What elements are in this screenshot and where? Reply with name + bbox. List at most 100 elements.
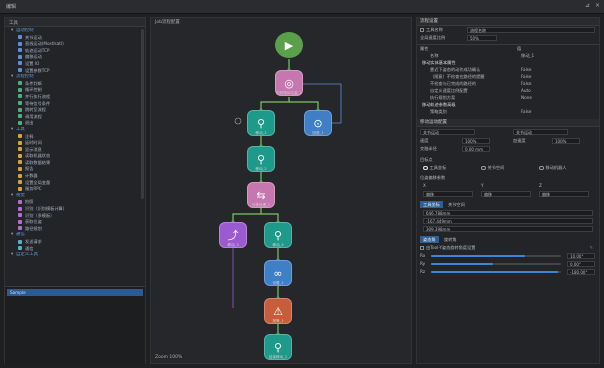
tree-item[interactable]: 计数器 <box>7 173 143 180</box>
tree-item[interactable]: 获取位姿 <box>7 219 143 226</box>
tool-panel-scrollbar[interactable] <box>141 29 144 199</box>
tree-item[interactable]: 关节运动 <box>7 35 143 42</box>
property-row[interactable]: 不检查与已完成的路径的 False <box>417 80 599 87</box>
tree-item[interactable]: 并行执行流程 <box>7 94 143 101</box>
tree-item[interactable]: 设置全局变量 <box>7 180 143 187</box>
coord-x-field[interactable]: 646.788mm <box>423 209 593 217</box>
angle-tabs: 姿态角 旋转角 <box>417 236 599 244</box>
property-group[interactable]: 移动实体基本属性 <box>417 59 599 66</box>
tree-item[interactable]: 跳转至流程 <box>7 107 143 114</box>
tool-panel: 工具 ▾ 运动控制 关节运动 直线运动(Mostlsatl) 轨迹运动TCP 偏移运动 设置… <box>4 17 146 364</box>
tool-name-field[interactable]: 流程名称 <box>467 26 595 34</box>
node-icon: ⤴ <box>227 229 239 242</box>
tree-item[interactable]: 识别（识别模板计算） <box>7 206 143 213</box>
blend-field[interactable]: 0.00 mm <box>462 145 490 153</box>
tree-item[interactable]: 退出 <box>7 120 143 127</box>
property-row[interactable]: 名称 移动_1 <box>417 52 599 59</box>
close-icon[interactable]: × <box>595 2 600 9</box>
node-label: 报警_1 <box>272 319 284 323</box>
tree-category[interactable]: ▾ 工具 <box>7 127 143 134</box>
tree-item[interactable]: 调用流程 <box>7 114 143 121</box>
tool-icon <box>18 54 22 59</box>
coord-y-field[interactable]: -167.449mm <box>423 217 593 225</box>
target-title: 目标点 <box>420 157 433 162</box>
property-row[interactable]: （随意）不检查在路径的提醒 False <box>417 73 599 80</box>
tree-item[interactable]: 等待信号条件 <box>7 101 143 108</box>
slider-value-field[interactable]: -180.00° <box>567 268 595 276</box>
tool-icon <box>18 246 22 251</box>
slider-value-field[interactable]: 10.00° <box>567 252 595 260</box>
node-icon: ⇆ <box>256 188 266 202</box>
radio-icon <box>481 165 486 170</box>
move-type-row: 关节运动 关节运动 <box>417 127 599 137</box>
radio-joint[interactable]: 关节空间 <box>481 164 504 172</box>
coord-x-row: 646.788mm <box>417 209 599 217</box>
pose-z-select[interactable]: 偏移 <box>539 190 589 198</box>
property-row[interactable]: 策略类别 False <box>417 108 599 115</box>
edit-icon[interactable]: ✎ <box>589 244 593 252</box>
tool-name-checkbox[interactable] <box>420 27 424 32</box>
accel-field[interactable]: 100% <box>552 137 580 145</box>
tree-category[interactable]: ▾ 运动控制 <box>7 28 143 35</box>
start-node[interactable]: ▶ <box>275 32 303 58</box>
move-type-select[interactable]: 关节运动 <box>420 128 475 135</box>
tree-item[interactable]: 读取机器状态 <box>7 153 143 160</box>
tree-item[interactable]: 显示消息 <box>7 147 143 154</box>
title-bar: 编辑 ⊿ × <box>0 0 604 14</box>
tree-item[interactable]: 注释 <box>7 134 143 141</box>
property-row[interactable]: 自定义速度比例配置 Auto <box>417 87 599 94</box>
tree-category[interactable]: ▾ 自定义工具 <box>7 252 143 259</box>
tree-category[interactable]: ▾ 通信 <box>7 232 143 239</box>
speed-field[interactable]: 100% <box>462 137 490 145</box>
tab-rotation-angle[interactable]: 旋转角 <box>441 236 460 243</box>
node-label: 分拣处理_1 <box>251 203 271 207</box>
pose-x-select[interactable]: 偏移 <box>423 190 473 198</box>
node-icon: ⊙ <box>313 116 323 130</box>
node-icon: ⚲ <box>256 116 266 130</box>
tree-item[interactable]: 路径规划 <box>7 226 143 233</box>
global-speed-field[interactable]: 50% <box>467 34 497 42</box>
tool-icon <box>18 160 22 165</box>
move-mode-select[interactable]: 关节运动 <box>513 128 568 135</box>
tab-tool-coord[interactable]: 工具坐标 <box>420 201 443 208</box>
tree-category[interactable]: ▾ 视觉 <box>7 193 143 200</box>
node-icon: ⚠ <box>273 304 283 318</box>
tree-item[interactable]: 识别（多模板） <box>7 213 143 220</box>
tree-item[interactable]: 通信 <box>7 246 143 253</box>
radio-mobile[interactable]: 移动机器人 <box>539 164 566 172</box>
tool-icon <box>18 120 22 125</box>
flow-settings-title: 流程设置 <box>417 18 599 26</box>
tool-icon <box>18 35 22 40</box>
pose-y-select[interactable]: 偏移 <box>481 190 531 198</box>
tool-panel-header: 工具 <box>5 18 145 27</box>
tree-item[interactable]: 服务RPC <box>7 186 143 193</box>
tree-item[interactable]: 条件判断 <box>7 81 143 88</box>
tab-joint-space[interactable]: 关节空间 <box>445 201 468 208</box>
tree-item[interactable]: 发送请求 <box>7 239 143 246</box>
flow-canvas[interactable]: Job流程配置 Zoom 100% ▶ ◎ 识别物体位姿_1 ⚲ 移动_1 ⊙ 回退_1 ⚲ 移… <box>150 17 412 364</box>
tree-item[interactable]: 设置 IO <box>7 61 143 68</box>
pin-icon[interactable]: ⊿ <box>585 2 590 9</box>
rotation-checkbox[interactable] <box>420 245 424 250</box>
tree-item[interactable]: 报告 <box>7 166 143 173</box>
slider-value-field[interactable]: 0.00° <box>567 260 595 268</box>
rotation-slider-row: Rx 10.00° <box>417 252 599 260</box>
tree-item[interactable]: 读取数据结果 <box>7 160 143 167</box>
tree-item[interactable]: 偏移运动 <box>7 54 143 61</box>
property-group[interactable]: 移动轨迹参数高级 <box>417 101 599 108</box>
tree-item[interactable]: 设置参数TCP <box>7 68 143 75</box>
coord-z-field[interactable]: 309.398mm <box>423 225 593 233</box>
property-row[interactable]: 靠近下姿态的动作成功确认 False <box>417 66 599 73</box>
tree-item[interactable]: 直线运动(Mostlsatl) <box>7 41 143 48</box>
tool-icon <box>18 239 22 244</box>
tree-category[interactable]: ▾ 流程控制 <box>7 74 143 81</box>
tab-pose-angle[interactable]: 姿态角 <box>420 236 439 243</box>
tree-item[interactable]: 拍照 <box>7 199 143 206</box>
radio-tool[interactable]: 工具坐标 <box>423 164 446 172</box>
property-row[interactable]: 执行规划方案 None <box>417 94 599 101</box>
tree-item[interactable]: 延时时间 <box>7 140 143 147</box>
tree-item[interactable]: 循环控制 <box>7 87 143 94</box>
job-list-item[interactable]: Sample <box>7 289 143 296</box>
tree-item[interactable]: 轨迹运动TCP <box>7 48 143 55</box>
tool-icon <box>18 166 22 171</box>
